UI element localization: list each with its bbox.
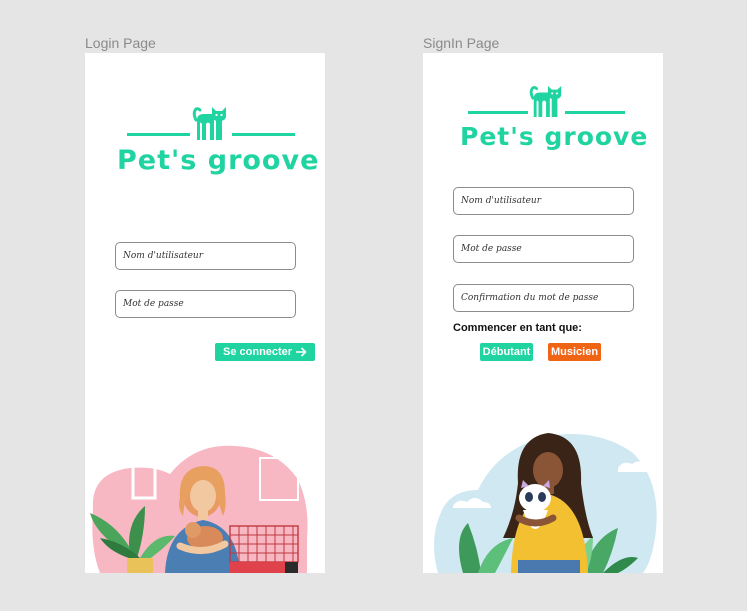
login-page: Pet's groove Se connecter [85,53,325,573]
signin-frame-label: SignIn Page [423,35,500,51]
start-as-label: Commencer en tant que: [453,322,582,334]
logo-line-left [127,133,190,136]
login-illustration [90,445,308,573]
signin-page: Pet's groove Commencer en tant que: Débu… [423,53,663,573]
logo-line-right [565,111,625,114]
logo-line-right [232,133,295,136]
signin-logo: Pet's groove [423,53,663,163]
password-input[interactable] [453,235,634,263]
role-musician-button[interactable]: Musicien [548,343,601,361]
brand-title: Pet's groove [460,122,649,151]
role-beginner-button[interactable]: Débutant [480,343,533,361]
login-logo: Pet's groove [85,53,325,193]
arrow-right-icon [296,347,307,357]
brand-title: Pet's groove [117,145,320,176]
confirm-password-input[interactable] [453,284,634,312]
signin-illustration [434,433,657,573]
username-input[interactable] [115,242,296,270]
login-frame-label: Login Page [85,35,156,51]
cat-logo-icon [529,85,562,118]
logo-line-left [468,111,528,114]
role-musician-label: Musicien [550,346,599,358]
cat-logo-icon [192,107,226,140]
password-input[interactable] [115,290,296,318]
login-button-label: Se connecter [223,346,293,358]
role-beginner-label: Débutant [482,346,531,358]
username-input[interactable] [453,187,634,215]
login-button[interactable]: Se connecter [215,343,315,361]
